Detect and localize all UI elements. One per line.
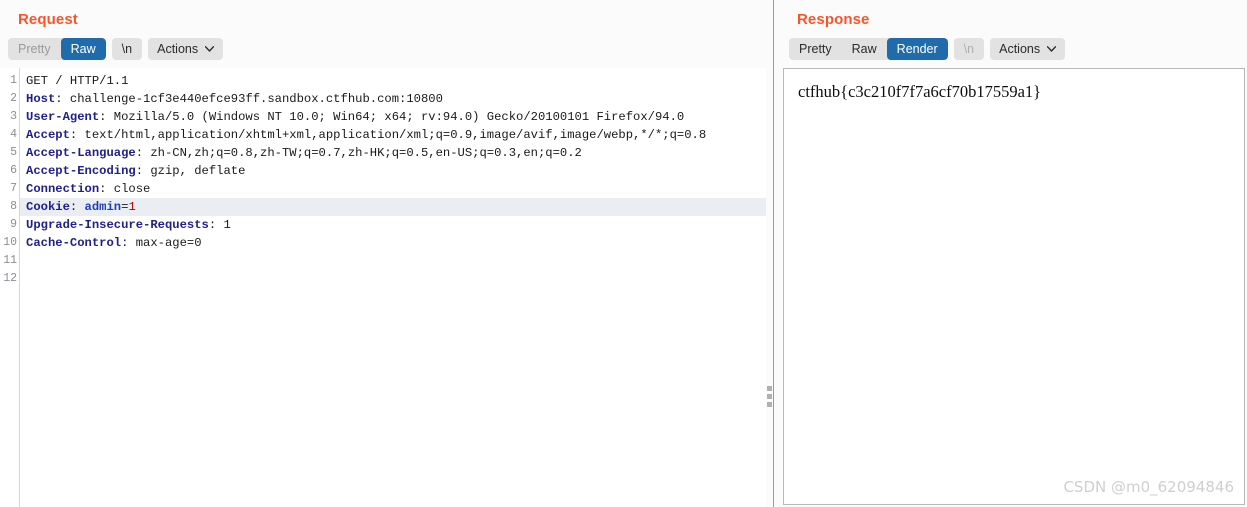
tab-request-raw[interactable]: Raw [60, 38, 106, 60]
code-segment: admin [84, 200, 122, 214]
code-segment: : zh-CN,zh;q=0.8,zh-TW;q=0.7,zh-HK;q=0.5… [135, 146, 582, 160]
code-line[interactable]: Cookie: admin=1 [20, 198, 766, 216]
code-line[interactable]: Cache-Control: max-age=0 [20, 234, 766, 252]
code-segment: : max-age=0 [121, 236, 202, 250]
tab-response-pretty[interactable]: Pretty [789, 38, 842, 60]
code-segment: : 1 [208, 218, 231, 232]
line-number: 6 [10, 164, 17, 177]
code-segment: GET / HTTP/1.1 [26, 74, 129, 88]
request-panel: Request Pretty Raw \n Actions 1234567891… [0, 0, 766, 507]
code-line[interactable]: Accept-Encoding: gzip, deflate [20, 162, 766, 180]
response-toolbar: Pretty Raw Render \n Actions [781, 30, 1247, 68]
tab-response-render[interactable]: Render [886, 38, 948, 60]
line-number: 7 [10, 182, 17, 195]
watermark: CSDN @m0_62094846 [1063, 478, 1234, 496]
chevron-down-icon [1047, 46, 1057, 52]
code-line[interactable]: Host: challenge-1cf3e440efce93ff.sandbox… [20, 90, 766, 108]
code-segment: : gzip, deflate [135, 164, 246, 178]
line-number: 1 [10, 74, 17, 87]
splitter-drag-handle-icon[interactable] [767, 386, 772, 407]
request-line-numbers: 1 2 3 4 5 6 7 8 9 10 11 12 [0, 68, 20, 507]
code-line[interactable]: GET / HTTP/1.1 [20, 72, 766, 90]
line-number: 2 [10, 92, 17, 105]
panel-splitter[interactable] [766, 0, 781, 507]
request-toolbar: Pretty Raw \n Actions [0, 30, 766, 68]
request-title: Request [18, 11, 78, 28]
code-line[interactable]: Accept: text/html,application/xhtml+xml,… [20, 126, 766, 144]
request-view-tabs: Pretty Raw [8, 38, 106, 60]
chevron-down-icon [205, 46, 215, 52]
request-editor[interactable]: 1 2 3 4 5 6 7 8 9 10 11 12 GET / HTTP/1.1 Host: chal… [0, 68, 766, 507]
line-number: 10 [3, 236, 17, 249]
code-line[interactable] [20, 270, 766, 288]
response-actions-button[interactable]: Actions [990, 38, 1066, 60]
code-segment: Accept-Encoding [26, 164, 136, 178]
line-number: 9 [10, 218, 17, 231]
code-segment: Connection [26, 182, 100, 196]
line-number: 4 [10, 128, 17, 141]
code-segment: : text/html,application/xhtml+xml,applic… [69, 128, 707, 142]
code-line[interactable]: Connection: close [20, 180, 766, 198]
code-segment: : challenge-1cf3e440efce93ff.sandbox.ctf… [55, 92, 443, 106]
code-segment: 1 [128, 200, 136, 214]
http-inspector: Request Pretty Raw \n Actions 1234567891… [0, 0, 1247, 507]
code-segment: Host [26, 92, 56, 106]
code-segment: Upgrade-Insecure-Requests [26, 218, 209, 232]
request-actions-button[interactable]: Actions [148, 38, 224, 60]
code-segment: Accept-Language [26, 146, 136, 160]
response-rendered-text: ctfhub{c3c210f7f7a6cf70b17559a1} [798, 82, 1042, 101]
line-number: 5 [10, 146, 17, 159]
code-segment: Cookie [26, 200, 70, 214]
code-segment: : [69, 200, 85, 214]
line-number: 11 [3, 254, 17, 267]
code-line[interactable]: Accept-Language: zh-CN,zh;q=0.8,zh-TW;q=… [20, 144, 766, 162]
request-newline-button[interactable]: \n [111, 38, 143, 60]
request-actions-label: Actions [157, 42, 199, 56]
splitter-line [773, 0, 774, 507]
code-segment: : close [99, 182, 151, 196]
code-line[interactable]: Upgrade-Insecure-Requests: 1 [20, 216, 766, 234]
code-line[interactable]: User-Agent: Mozilla/5.0 (Windows NT 10.0… [20, 108, 766, 126]
response-newline-label: \n [963, 42, 975, 56]
tab-response-raw[interactable]: Raw [842, 38, 887, 60]
code-segment: Cache-Control [26, 236, 122, 250]
request-newline-label: \n [121, 42, 133, 56]
request-code[interactable]: GET / HTTP/1.1 Host: challenge-1cf3e440ef… [20, 68, 766, 507]
response-newline-button[interactable]: \n [953, 38, 985, 60]
code-segment: : Mozilla/5.0 (Windows NT 10.0; Win64; x… [99, 110, 685, 124]
response-actions-label: Actions [999, 42, 1041, 56]
tab-request-pretty[interactable]: Pretty [8, 38, 61, 60]
code-segment: Accept [26, 128, 70, 142]
code-segment: User-Agent [26, 110, 100, 124]
line-number: 3 [10, 110, 17, 123]
response-title: Response [797, 11, 870, 28]
line-number: 12 [3, 272, 17, 285]
response-render-area[interactable]: ctfhub{c3c210f7f7a6cf70b17559a1} CSDN @m… [783, 68, 1245, 505]
line-number: 8 [10, 200, 17, 213]
code-line[interactable] [20, 252, 766, 270]
response-panel: Response Pretty Raw Render \n Actions ct… [781, 0, 1247, 507]
response-view-tabs: Pretty Raw Render [789, 38, 948, 60]
